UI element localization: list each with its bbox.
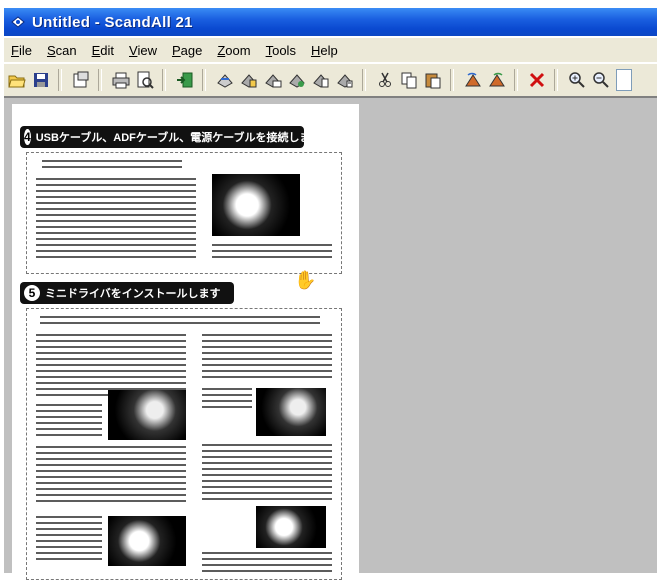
document-view[interactable]: 4 USBケーブル、ADFケーブル、電源ケーブルを接続します ✋ 5 ミニドライ… <box>4 96 657 582</box>
menu-zoom[interactable]: Zoom <box>217 43 250 58</box>
print-preview-icon <box>137 71 154 89</box>
zoom-in-icon <box>569 72 585 88</box>
scan-to-page-icon <box>313 74 329 88</box>
title-bar[interactable]: Untitled - ScandAll 21 <box>4 8 657 36</box>
step-5-text <box>40 316 320 326</box>
menu-bar: File Scan Edit View Page Zoom Tools Help <box>4 38 657 62</box>
step-4-number: 4 <box>24 129 31 145</box>
step-5-text-right <box>202 444 332 500</box>
batch-scan-button[interactable] <box>334 69 356 91</box>
scan-to-mail-button[interactable] <box>262 69 284 91</box>
scan-to-file-icon <box>241 74 257 88</box>
pointer-hand-icon: ✋ <box>294 270 317 290</box>
step-4-heading-text: USBケーブル、ADFケーブル、電源ケーブルを接続します <box>35 132 322 144</box>
copy-icon <box>401 72 417 89</box>
zoom-level-input[interactable] <box>616 69 632 91</box>
step-5-photo <box>256 506 326 548</box>
exit-icon <box>177 72 193 88</box>
scan-icon <box>217 74 233 88</box>
step-5-photo <box>108 390 186 440</box>
print-button[interactable] <box>110 69 132 91</box>
toolbar-separator <box>58 69 62 91</box>
properties-icon <box>73 71 89 88</box>
batch-scan-icon <box>337 74 353 88</box>
toolbar <box>4 63 657 97</box>
step-4-text <box>42 160 182 168</box>
rotate-right-button[interactable] <box>486 69 508 91</box>
scan-to-mail-icon <box>265 74 282 88</box>
step-5-text-left <box>36 446 186 506</box>
toolbar-separator <box>162 69 166 91</box>
toolbar-separator <box>362 69 366 91</box>
scan-button[interactable] <box>214 69 236 91</box>
open-icon <box>8 75 26 88</box>
scan-to-page-button[interactable] <box>310 69 332 91</box>
cut-button[interactable] <box>374 69 396 91</box>
open-button[interactable] <box>6 69 28 91</box>
step-4-text <box>36 178 196 258</box>
delete-button[interactable] <box>526 69 548 91</box>
save-icon <box>34 73 48 87</box>
exit-button[interactable] <box>174 69 196 91</box>
save-button[interactable] <box>30 69 52 91</box>
window-title: Untitled - ScandAll 21 <box>32 13 193 31</box>
scanned-page[interactable]: 4 USBケーブル、ADFケーブル、電源ケーブルを接続します ✋ 5 ミニドライ… <box>12 104 359 582</box>
application-window: Untitled - ScandAll 21 File Scan Edit Vi… <box>0 0 657 582</box>
properties-button[interactable] <box>70 69 92 91</box>
step-5-text-right <box>202 388 252 408</box>
menu-view[interactable]: View <box>129 43 157 58</box>
step-5-heading-text: ミニドライバをインストールします <box>45 288 221 300</box>
rotate-left-button[interactable] <box>462 69 484 91</box>
print-icon <box>112 72 130 89</box>
step-5-text-left <box>36 404 102 440</box>
app-icon <box>11 16 25 28</box>
menu-tools[interactable]: Tools <box>266 43 296 58</box>
step-5-heading: 5 ミニドライバをインストールします <box>20 282 234 304</box>
step-4-photo <box>212 174 300 236</box>
step-5-photo <box>108 516 186 566</box>
menu-help[interactable]: Help <box>311 43 338 58</box>
step-4-heading: 4 USBケーブル、ADFケーブル、電源ケーブルを接続します <box>20 126 322 148</box>
menu-page[interactable]: Page <box>172 43 202 58</box>
toolbar-separator <box>514 69 518 91</box>
print-preview-button[interactable] <box>134 69 156 91</box>
scan-to-print-icon <box>289 74 305 88</box>
step-5-text-right <box>202 334 332 382</box>
step-5-text-right <box>202 552 332 572</box>
paste-button[interactable] <box>422 69 444 91</box>
delete-icon <box>529 72 545 88</box>
toolbar-separator <box>554 69 558 91</box>
step-4-caption <box>212 244 332 258</box>
cut-icon <box>379 72 391 87</box>
toolbar-separator <box>450 69 454 91</box>
menu-scan[interactable]: Scan <box>47 43 77 58</box>
scan-to-print-button[interactable] <box>286 69 308 91</box>
zoom-out-icon <box>593 72 609 88</box>
paste-icon <box>425 73 441 89</box>
rotate-left-icon <box>465 72 481 87</box>
menu-file[interactable]: File <box>11 43 32 58</box>
toolbar-separator <box>98 69 102 91</box>
zoom-out-button[interactable] <box>590 69 612 91</box>
toolbar-separator <box>202 69 206 91</box>
rotate-right-icon <box>489 72 505 87</box>
step-5-photo <box>256 388 326 436</box>
menu-edit[interactable]: Edit <box>92 43 114 58</box>
step-5-text-left <box>36 516 102 562</box>
copy-button[interactable] <box>398 69 420 91</box>
scan-to-file-button[interactable] <box>238 69 260 91</box>
zoom-in-button[interactable] <box>566 69 588 91</box>
step-5-number: 5 <box>24 285 40 301</box>
